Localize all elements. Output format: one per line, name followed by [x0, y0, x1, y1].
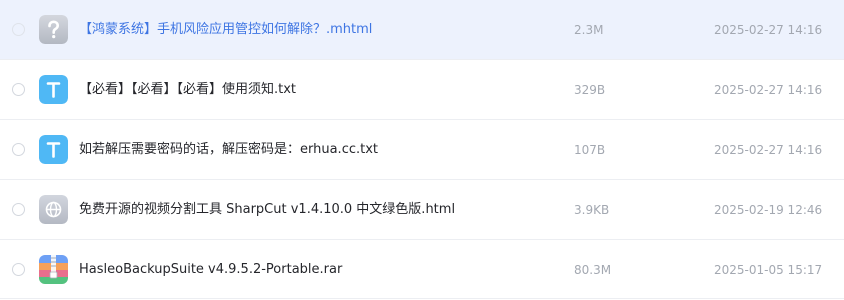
file-size: 80.3M — [574, 263, 612, 277]
file-row[interactable]: 免费开源的视频分割工具 SharpCut v1.4.10.0 中文绿色版.htm… — [0, 180, 844, 240]
web-file-icon — [39, 195, 68, 224]
text-file-icon — [39, 75, 68, 104]
file-row[interactable]: HasleoBackupSuite v4.9.5.2-Portable.rar … — [0, 240, 844, 299]
file-list: 【鸿蒙系统】手机风险应用管控如何解除？.mhtml 2.3M 2025-02-2… — [0, 0, 844, 299]
archive-file-icon — [39, 255, 68, 284]
select-checkbox[interactable] — [12, 203, 25, 216]
file-date: 2025-01-05 15:17 — [714, 263, 823, 277]
file-date: 2025-02-19 12:46 — [714, 203, 823, 217]
file-name[interactable]: 免费开源的视频分割工具 SharpCut v1.4.10.0 中文绿色版.htm… — [79, 180, 455, 240]
file-name[interactable]: 如若解压需要密码的话，解压密码是：erhua.cc.txt — [79, 120, 378, 180]
file-size: 329B — [574, 83, 606, 97]
file-row[interactable]: 【鸿蒙系统】手机风险应用管控如何解除？.mhtml 2.3M 2025-02-2… — [0, 0, 844, 60]
file-date: 2025-02-27 14:16 — [714, 143, 823, 157]
file-size: 3.9KB — [574, 203, 610, 217]
file-row[interactable]: 如若解压需要密码的话，解压密码是：erhua.cc.txt 107B 2025-… — [0, 120, 844, 180]
file-name[interactable]: 【必看】【必看】【必看】使用须知.txt — [79, 60, 296, 120]
select-checkbox[interactable] — [12, 23, 25, 36]
file-row[interactable]: 【必看】【必看】【必看】使用须知.txt 329B 2025-02-27 14:… — [0, 60, 844, 120]
select-checkbox[interactable] — [12, 263, 25, 276]
select-checkbox[interactable] — [12, 83, 25, 96]
file-name[interactable]: 【鸿蒙系统】手机风险应用管控如何解除？.mhtml — [79, 0, 372, 60]
file-name[interactable]: HasleoBackupSuite v4.9.5.2-Portable.rar — [79, 240, 342, 300]
file-size: 107B — [574, 143, 606, 157]
unknown-file-icon — [39, 15, 68, 44]
file-date: 2025-02-27 14:16 — [714, 83, 823, 97]
file-size: 2.3M — [574, 23, 604, 37]
file-date: 2025-02-27 14:16 — [714, 23, 823, 37]
select-checkbox[interactable] — [12, 143, 25, 156]
text-file-icon — [39, 135, 68, 164]
